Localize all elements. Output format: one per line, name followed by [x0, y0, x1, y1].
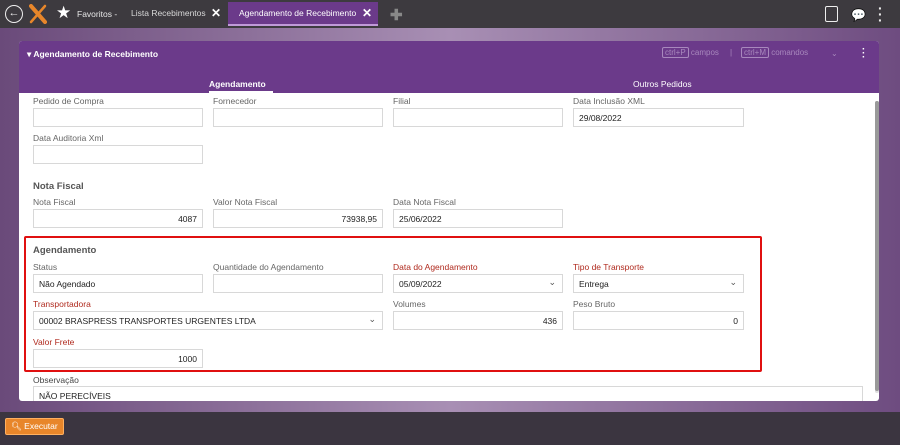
data-inclusao-xml-input[interactable]: 29/08/2022	[573, 108, 744, 127]
transportadora-select[interactable]: 00002 BRASPRESS TRANSPORTES URGENTES LTD…	[33, 311, 383, 330]
valor-nota-fiscal-input[interactable]: 73938,95	[213, 209, 383, 228]
pedido-compra-label: Pedido de Compra	[33, 96, 104, 106]
data-auditoria-xml-input[interactable]	[33, 145, 203, 164]
volumes-label: Volumes	[393, 299, 426, 309]
status-label: Status	[33, 262, 58, 272]
more-icon[interactable]: · · ·	[878, 1, 883, 27]
form-window: ▾ Agendamento de Recebimento ctrl+P camp…	[19, 41, 879, 401]
pedido-compra-input[interactable]	[33, 108, 203, 127]
nota-fiscal-label: Nota Fiscal	[33, 197, 76, 207]
window-more-icon[interactable]: · · ·	[862, 45, 865, 63]
data-nota-fiscal-input[interactable]: 25/06/2022	[393, 209, 563, 228]
favorites-menu[interactable]: Favoritos -	[77, 9, 117, 19]
scrollbar-thumb[interactable]	[875, 101, 879, 391]
valor-frete-label: Valor Frete	[33, 337, 75, 347]
chat-icon[interactable]: 💬	[851, 8, 866, 22]
observacao-label: Observação	[33, 375, 79, 385]
filial-label: Filial	[393, 96, 411, 106]
tipo-transporte-select[interactable]: Entrega ⌄	[573, 274, 744, 293]
valor-frete-input[interactable]: 1000	[33, 349, 203, 368]
valor-nota-fiscal-label: Valor Nota Fiscal	[213, 197, 278, 207]
data-agendamento-select[interactable]: 05/09/2022 ⌄	[393, 274, 563, 293]
nota-fiscal-section-title: Nota Fiscal	[33, 181, 84, 192]
data-nota-fiscal-label: Data Nota Fiscal	[393, 197, 456, 207]
star-icon[interactable]: ★	[56, 3, 71, 23]
agendamento-section-title: Agendamento	[33, 245, 97, 256]
close-icon[interactable]: ✕	[362, 6, 372, 20]
executar-button[interactable]: 🔍︎ Executar	[5, 418, 64, 435]
new-tab-icon[interactable]: ✚	[390, 6, 403, 24]
observacao-input[interactable]: NÃO PERECÍVEIS	[33, 386, 863, 401]
transportadora-label: Transportadora	[33, 299, 91, 309]
tab-agendamento[interactable]: Agendamento	[209, 79, 266, 89]
tab-outros-pedidos[interactable]: Outros Pedidos	[633, 79, 692, 89]
tab-label: Agendamento de Recebimento	[239, 8, 357, 18]
tipo-transporte-label: Tipo de Transporte	[573, 262, 645, 272]
peso-bruto-input[interactable]: 0	[573, 311, 744, 330]
top-bar: ← ★ Favoritos - Lista Recebimentos ✕ Age…	[0, 0, 900, 28]
bottom-bar	[0, 412, 900, 445]
shortcut-separator: |	[730, 48, 733, 57]
window-header: ▾ Agendamento de Recebimento ctrl+P camp…	[19, 41, 879, 93]
quantidade-agendamento-input[interactable]	[213, 274, 383, 293]
data-auditoria-xml-label: Data Auditoria Xml	[33, 133, 104, 143]
peso-bruto-label: Peso Bruto	[573, 299, 616, 309]
tab-agendamento-recebimento[interactable]: Agendamento de Recebimento ✕	[228, 2, 378, 26]
commands-shortcut[interactable]: ctrl+M comandos	[741, 47, 808, 58]
search-icon: 🔍︎	[11, 421, 22, 431]
chevron-down-icon[interactable]: ⌄	[831, 49, 838, 58]
app-logo[interactable]	[29, 4, 47, 24]
fornecedor-input[interactable]	[213, 108, 383, 127]
window-title[interactable]: ▾ Agendamento de Recebimento	[27, 49, 158, 60]
fields-shortcut[interactable]: ctrl+P campos	[662, 47, 719, 58]
data-inclusao-xml-label: Data Inclusão XML	[573, 96, 645, 106]
tab-lista-recebimentos[interactable]: Lista Recebimentos	[131, 8, 206, 18]
status-input[interactable]: Não Agendado	[33, 274, 203, 293]
active-tab-indicator	[209, 91, 273, 93]
clipboard-icon[interactable]	[825, 6, 838, 22]
data-agendamento-label: Data do Agendamento	[393, 262, 478, 272]
chevron-down-icon[interactable]: ⌄	[729, 277, 737, 288]
fornecedor-label: Fornecedor	[213, 96, 257, 106]
quantidade-agendamento-label: Quantidade do Agendamento	[213, 262, 324, 272]
close-icon[interactable]: ✕	[211, 6, 221, 20]
volumes-input[interactable]: 436	[393, 311, 563, 330]
filial-input[interactable]	[393, 108, 563, 127]
chevron-down-icon[interactable]: ⌄	[548, 277, 556, 288]
nota-fiscal-input[interactable]: 4087	[33, 209, 203, 228]
back-icon[interactable]: ←	[5, 5, 23, 23]
chevron-down-icon[interactable]: ⌄	[368, 314, 376, 325]
